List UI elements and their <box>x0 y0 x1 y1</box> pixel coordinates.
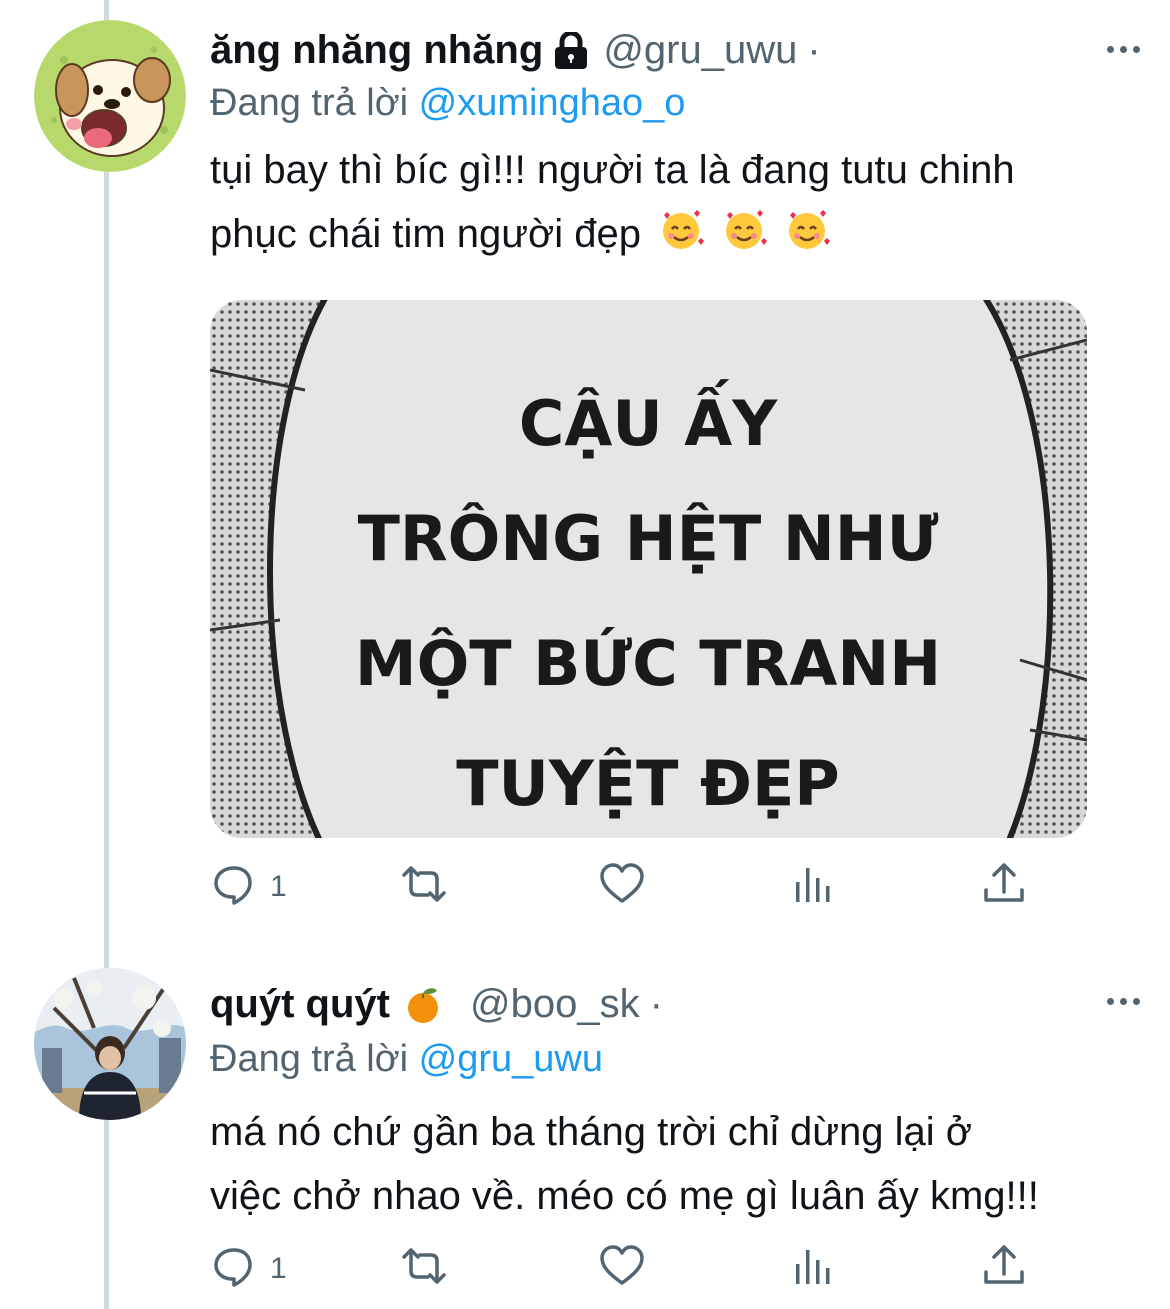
user-handle[interactable]: @boo_sk <box>470 982 640 1027</box>
replying-to: Đang trả lời @xuminghao_o <box>210 82 685 125</box>
tweet-text-line: tụi bay thì bíc gì!!! người ta là đang t… <box>210 148 1015 192</box>
display-name[interactable]: ăng nhăng nhăng <box>210 28 543 73</box>
tweet-actions: 1 <box>210 860 1090 920</box>
retweet-icon <box>400 1242 448 1295</box>
mention-link[interactable]: @gru_uwu <box>419 1038 603 1080</box>
reply-count: 1 <box>270 1251 287 1285</box>
mention-link[interactable]: @xuminghao_o <box>419 82 686 124</box>
tweet-actions: 1 <box>210 1242 1090 1302</box>
tweet-header: ăng nhăng nhăng @gru_uwu · <box>210 28 821 73</box>
smiling-face-with-hearts-icon <box>784 207 831 272</box>
reply-count: 1 <box>270 869 287 903</box>
tweet-text-line-2: việc chở nhao về. méo có mẹ gì luân ấy k… <box>210 1174 1039 1218</box>
avatar-dog[interactable] <box>34 20 186 172</box>
reply-button[interactable]: 1 <box>210 1242 287 1295</box>
display-name[interactable]: quýt quýt <box>210 982 390 1027</box>
share-icon <box>980 860 1028 913</box>
like-button[interactable] <box>598 860 646 913</box>
lock-icon <box>553 31 589 70</box>
smiling-face-with-hearts-icon <box>658 207 705 272</box>
tweet-text: tụi bay thì bíc gì!!! người ta là đang t… <box>210 138 1130 272</box>
tweet-image[interactable]: CẬU ẤY TRÔNG HỆT NHƯ MỘT BỨC TRANH TUYỆT… <box>210 300 1087 838</box>
user-handle[interactable]: @gru_uwu <box>603 28 797 73</box>
reply-button[interactable]: 1 <box>210 860 287 913</box>
retweet-icon <box>400 860 448 913</box>
analytics-icon <box>790 860 838 913</box>
share-button[interactable] <box>980 1242 1028 1295</box>
more-options-icon[interactable] <box>1107 998 1140 1005</box>
like-button[interactable] <box>598 1242 646 1295</box>
tweet-header: quýt quýt @boo_sk · <box>210 982 663 1027</box>
replying-prefix: Đang trả lời <box>210 82 409 124</box>
tweet-text-line: má nó chứ gần ba tháng trời chỉ dừng lại… <box>210 1110 972 1154</box>
retweet-button[interactable] <box>400 860 448 913</box>
analytics-icon <box>790 1242 838 1295</box>
image-caption-line: MỘT BỨC TRANH <box>355 627 941 700</box>
reply-icon <box>210 1242 258 1295</box>
analytics-button[interactable] <box>790 860 838 913</box>
more-options-icon[interactable] <box>1107 46 1140 53</box>
retweet-button[interactable] <box>400 1242 448 1295</box>
separator-dot: · <box>807 28 821 72</box>
avatar-person[interactable] <box>34 968 186 1120</box>
like-icon <box>598 860 646 913</box>
analytics-button[interactable] <box>790 1242 838 1295</box>
replying-prefix: Đang trả lời <box>210 1038 409 1080</box>
image-caption-line: TUYỆT ĐẸP <box>456 747 840 820</box>
image-caption-line: CẬU ẤY <box>519 379 778 460</box>
like-icon <box>598 1242 646 1295</box>
replying-to: Đang trả lời @gru_uwu <box>210 1038 603 1081</box>
smiling-face-with-hearts-icon <box>721 207 768 272</box>
tweet-text: má nó chứ gần ba tháng trời chỉ dừng lại… <box>210 1100 1130 1228</box>
tweet-text-line-2: phục chái tim người đẹp <box>210 202 1130 272</box>
share-button[interactable] <box>980 860 1028 913</box>
image-caption-line: TRÔNG HỆT NHƯ <box>358 502 939 575</box>
separator-dot: · <box>649 982 663 1026</box>
reply-icon <box>210 860 258 913</box>
share-icon <box>980 1242 1028 1295</box>
tangerine-icon <box>404 985 442 1025</box>
